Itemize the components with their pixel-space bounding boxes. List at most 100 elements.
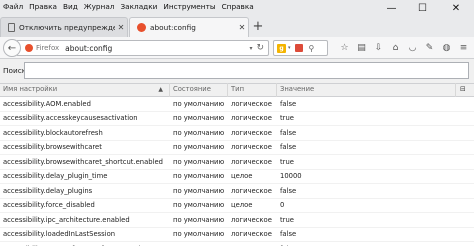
pref-value: 10000	[280, 172, 302, 181]
column-picker-icon[interactable]: ⊟	[456, 83, 474, 97]
table-row[interactable]: accessibility.accesskeycausesactivation п…	[0, 112, 474, 126]
search-engine-dropdown-icon[interactable]: ▾	[288, 45, 291, 51]
pref-status: по умолчанию	[173, 99, 225, 108]
pref-type: логическое	[231, 143, 272, 152]
pref-status: по умолчанию	[173, 172, 225, 181]
firefox-identity-icon	[25, 44, 33, 52]
table-row[interactable]: accessibility.ipc_architecture.enabled по…	[0, 213, 474, 228]
table-row[interactable]: accessibility.force_disabled по умолчанию…	[0, 199, 474, 213]
close-window-button[interactable]: ✕	[438, 0, 474, 17]
pref-name: accessibility.delay_plugins	[3, 186, 93, 195]
table-row[interactable]: accessibility.delay_plugin_time по умолча…	[0, 170, 474, 184]
toolbar-icons: ☆ ▤ ⇩ ⌂ ◡ ✎ ◍ ≡	[337, 41, 473, 55]
pref-name: accessibility.AOM.enabled	[3, 99, 91, 108]
pref-value: 0	[280, 201, 285, 210]
table-row[interactable]: accessibility.blockautorefresh по умолчан…	[0, 126, 474, 141]
preferences-table: accessibility.AOM.enabled по умолчанию лог…	[0, 97, 474, 246]
pref-name: accessibility.blockautorefresh	[3, 128, 103, 137]
pref-name: accessibility.ipc_architecture.enabled	[3, 215, 130, 224]
pref-status: по умолчанию	[173, 201, 225, 210]
tab-label: about:config	[150, 23, 196, 32]
pref-value: false	[280, 143, 297, 152]
table-row[interactable]: accessibility.loadedInLastSession по умол…	[0, 228, 474, 242]
pref-type: логическое	[231, 128, 272, 137]
pref-type: логическое	[231, 157, 272, 166]
navigation-bar: Firefox about:config ▾ ↻ ← g ▾ ⚲ ☆ ▤ ⇩ ⌂…	[0, 37, 474, 59]
pref-type: логическое	[231, 215, 272, 224]
search-engine-icon[interactable]: g	[277, 43, 286, 53]
window-controls: — ☐ ✕	[376, 0, 474, 17]
pref-type: логическое	[231, 114, 272, 123]
table-header: Имя настройки ▲ Состояние Тип Значение ⊟	[0, 83, 474, 97]
pref-type: целое	[231, 201, 253, 210]
pref-status: по умолчанию	[173, 230, 225, 239]
reload-icon[interactable]: ↻	[256, 43, 264, 53]
menu-view[interactable]: Вид	[63, 0, 78, 13]
table-row[interactable]: accessibility.delay_plugins по умолчанию л…	[0, 184, 474, 199]
pref-status: по умолчанию	[173, 114, 225, 123]
minimize-button[interactable]: —	[376, 0, 407, 17]
url-bar[interactable]: Firefox about:config ▾ ↻	[17, 40, 269, 56]
column-header-name[interactable]: Имя настройки ▲	[0, 83, 170, 97]
tab-warning-page[interactable]: Отключить предупрежде... ✕	[0, 17, 128, 37]
downloads-icon[interactable]: ⇩	[371, 41, 386, 55]
config-search-input[interactable]	[24, 62, 469, 79]
close-tab-icon[interactable]: ✕	[115, 23, 127, 32]
pref-status: по умолчанию	[173, 143, 225, 152]
menu-help[interactable]: Справка	[222, 0, 254, 13]
menu-file[interactable]: Файл	[3, 0, 23, 13]
pref-type: логическое	[231, 186, 272, 195]
menu-tools[interactable]: Инструменты	[163, 0, 215, 13]
search-icon[interactable]: ⚲	[309, 44, 315, 53]
addon-icon[interactable]: ◍	[439, 41, 454, 55]
search-box[interactable]: g ▾ ⚲	[273, 40, 328, 56]
table-row[interactable]: accessibility.AOM.enabled по умолчанию лог…	[0, 97, 474, 112]
new-tab-button[interactable]: +	[251, 20, 265, 34]
menu-history[interactable]: Журнал	[84, 0, 115, 13]
column-header-status[interactable]: Состояние	[170, 83, 228, 97]
table-row[interactable]: accessibility.mouse_focuses_formcontrolп…	[0, 242, 474, 246]
pref-value: false	[280, 186, 297, 195]
pref-status: по умолчанию	[173, 157, 225, 166]
pref-name: accessibility.force_disabled	[3, 201, 95, 210]
tab-about-config[interactable]: about:config ✕	[129, 17, 249, 37]
pref-status: по умолчанию	[173, 128, 225, 137]
pref-name: accessibility.browsewithcaret_shortcut.e…	[3, 157, 163, 166]
addon-search-icon	[294, 44, 303, 52]
table-row[interactable]: accessibility.browsewithcaret_shortcut.e…	[0, 155, 474, 170]
star-icon[interactable]: ☆	[337, 41, 352, 55]
firefox-icon	[137, 23, 146, 32]
tab-label: Отключить предупрежде...	[19, 23, 115, 32]
menu-icon[interactable]: ≡	[456, 41, 471, 55]
pref-status: по умолчанию	[173, 186, 225, 195]
url-text[interactable]: about:config	[65, 44, 249, 53]
eyedropper-icon[interactable]: ✎	[422, 41, 437, 55]
pref-value: true	[280, 157, 294, 166]
pref-status: по умолчанию	[173, 215, 225, 224]
menu-edit[interactable]: Правка	[29, 0, 57, 13]
pref-type: логическое	[231, 99, 272, 108]
pref-value: false	[280, 99, 297, 108]
url-dropdown-icon[interactable]: ▾	[249, 45, 252, 52]
back-button[interactable]: ←	[3, 39, 21, 57]
close-tab-icon[interactable]: ✕	[236, 23, 248, 32]
pref-type: логическое	[231, 230, 272, 239]
pref-value: true	[280, 114, 294, 123]
pref-name: accessibility.browsewithcaret	[3, 143, 102, 152]
column-header-value[interactable]: Значение	[277, 83, 456, 97]
menu-bookmarks[interactable]: Закладки	[120, 0, 157, 13]
maximize-button[interactable]: ☐	[407, 0, 438, 17]
sort-ascending-icon: ▲	[158, 86, 163, 93]
pref-value: true	[280, 215, 294, 224]
pref-type: целое	[231, 172, 253, 181]
pref-name: accessibility.accesskeycausesactivation	[3, 114, 138, 123]
table-row[interactable]: accessibility.browsewithcaret по умолчани…	[0, 141, 474, 155]
pref-value: false	[280, 230, 297, 239]
home-icon[interactable]: ⌂	[388, 41, 403, 55]
config-search-row: Поиск:	[0, 59, 474, 83]
pocket-icon[interactable]: ◡	[405, 41, 420, 55]
page-icon	[8, 23, 15, 32]
pref-name: accessibility.loadedInLastSession	[3, 230, 116, 239]
reading-list-icon[interactable]: ▤	[354, 41, 369, 55]
column-header-type[interactable]: Тип	[228, 83, 277, 97]
